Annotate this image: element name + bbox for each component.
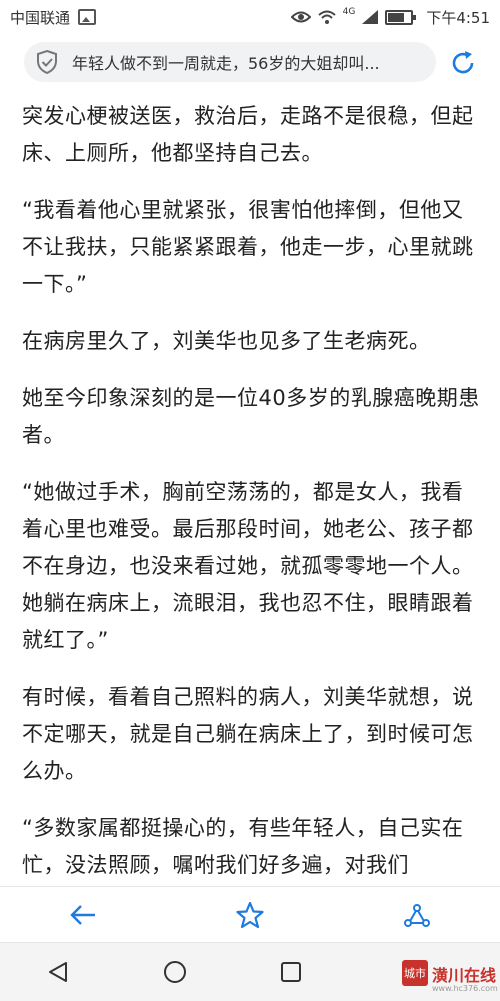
address-bar[interactable]: 年轻人做不到一周就走，56岁的大姐却叫...: [24, 42, 436, 82]
article-paragraph: “她做过手术，胸前空荡荡的，都是女人，我看着心里也难受。最后那段时间，她老公、孩…: [22, 480, 474, 652]
article-paragraph: “多数家属都挺操心的，有些年轻人，自己实在忙，没法照顾，嘱咐我们好多遍，对我们: [22, 816, 464, 877]
watermark-name: 潢川在线: [432, 966, 497, 985]
wifi-icon: [317, 10, 336, 24]
battery-icon: [385, 9, 417, 25]
watermark-logo: 城市: [402, 960, 428, 986]
share-button[interactable]: [333, 887, 500, 943]
favorite-button[interactable]: [167, 887, 334, 943]
article-body: 突发心梗被送医，救治后，走路不是很稳，但起床、上厕所，他都坚持自己去。 “我看着…: [22, 90, 484, 886]
nav-back-icon[interactable]: [46, 960, 70, 984]
shield-check-icon: [37, 49, 57, 75]
page-title-in-address-bar[interactable]: 年轻人做不到一周就走，56岁的大姐却叫...: [72, 50, 422, 74]
refresh-icon[interactable]: [448, 48, 478, 78]
back-button[interactable]: [0, 887, 167, 943]
article-paragraph: 突发心梗被送医，救治后，走路不是很稳，但起床、上厕所，他都坚持自己去。: [22, 104, 474, 165]
image-notification-icon: [78, 9, 97, 25]
article-paragraph: 有时候，看着自己照料的病人，刘美华就想，说不定哪天，就是自己躺在病床上了，到时候…: [22, 685, 474, 783]
network-type-label: 4G: [342, 7, 356, 17]
article-paragraph: 她至今印象深刻的是一位40多岁的乳腺癌晚期患者。: [22, 386, 480, 447]
browser-toolbar: [0, 886, 500, 943]
nav-home-icon[interactable]: [162, 959, 188, 985]
watermark-site: www.hc376.com: [432, 984, 498, 993]
nav-recents-icon[interactable]: [280, 961, 302, 983]
browser-header: 年轻人做不到一周就走，56岁的大姐却叫...: [0, 34, 500, 90]
status-bar: 中国联通 4G 下午4:51: [0, 0, 500, 34]
clock-time: 下午4:51: [426, 8, 490, 27]
site-watermark: 城市 潢川在线 www.hc376.com: [402, 960, 498, 1000]
star-icon: [236, 901, 264, 929]
share-icon: [403, 904, 430, 927]
arrow-left-icon: [70, 905, 96, 925]
article-paragraph: “我看着他心里就紧张，很害怕他摔倒，但他又不让我扶，只能紧紧跟着，他走一步，心里…: [22, 198, 474, 296]
carrier-name: 中国联通: [10, 8, 71, 27]
article-paragraph: 在病房里久了，刘美华也见多了生老病死。: [22, 329, 431, 353]
eye-icon: [290, 11, 311, 23]
cell-signal-icon: [362, 10, 379, 24]
